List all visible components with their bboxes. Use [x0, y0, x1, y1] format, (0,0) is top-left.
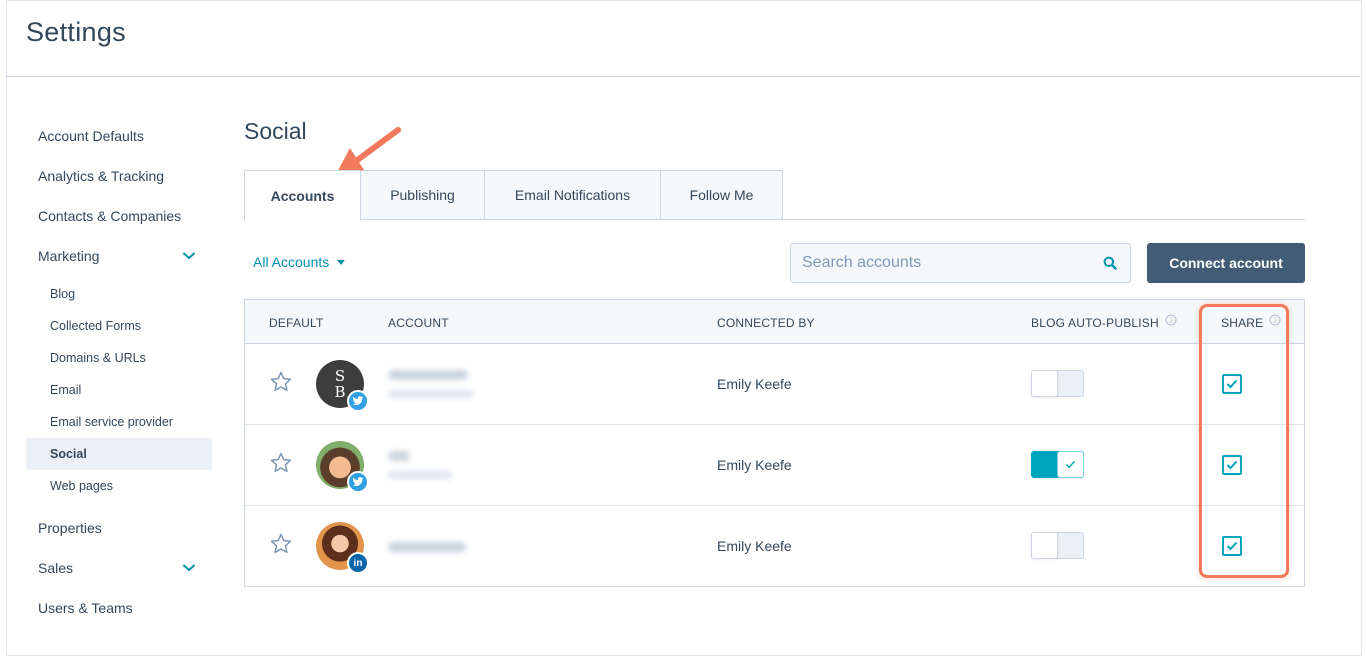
tabs-divider: [244, 219, 1305, 220]
connected-by: Emily Keefe: [717, 538, 792, 554]
chevron-down-icon[interactable]: [182, 238, 196, 274]
twitter-icon: [347, 471, 369, 493]
connect-account-button[interactable]: Connect account: [1147, 243, 1305, 283]
header-account: ACCOUNT: [388, 316, 449, 330]
sidebar-item-analytics-tracking[interactable]: Analytics & Tracking: [26, 158, 212, 198]
sidebar-item-label: Users & Teams: [38, 600, 133, 616]
check-icon: [1226, 541, 1238, 551]
sidebar-subitem-social[interactable]: Social: [26, 438, 212, 470]
caret-down-icon: [337, 259, 346, 265]
header-label: BLOG AUTO-PUBLISH: [1031, 316, 1159, 330]
sidebar-item-label: Analytics & Tracking: [38, 168, 165, 184]
sidebar-item-contacts-companies[interactable]: Contacts & Companies: [26, 198, 212, 238]
avatar-initials: S B: [334, 367, 346, 401]
search-icon[interactable]: [1090, 256, 1130, 270]
header-default: DEFAULT: [269, 316, 324, 330]
marketing-submenu: Blog Collected Forms Domains & URLs Emai…: [26, 278, 212, 502]
sidebar-item-label: Contacts & Companies: [38, 208, 182, 224]
twitter-icon: [347, 390, 369, 412]
sidebar-subitem-collected-forms[interactable]: Collected Forms: [26, 310, 212, 342]
sidebar-item-label: Marketing: [38, 248, 100, 264]
check-icon: [1065, 460, 1076, 469]
share-checkbox[interactable]: [1222, 455, 1242, 475]
header-connected-by: CONNECTED BY: [717, 316, 815, 330]
avatar: in: [316, 522, 369, 574]
blog-auto-publish-toggle[interactable]: [1031, 451, 1084, 478]
section-title: Social: [244, 118, 307, 144]
table-row: in Emily Keefe: [245, 506, 1304, 586]
connected-by: Emily Keefe: [717, 376, 792, 392]
sidebar-subitem-email-service-provider[interactable]: Email service provider: [26, 406, 212, 438]
avatar: S B: [316, 360, 369, 412]
page-title: Settings: [26, 17, 126, 47]
table-header: DEFAULT ACCOUNT CONNECTED BY BLOG AUTO-P…: [245, 300, 1304, 344]
sidebar-item-properties[interactable]: Properties: [26, 510, 212, 550]
sidebar-item-users-teams[interactable]: Users & Teams: [26, 590, 212, 630]
sidebar-item-label: Account Defaults: [38, 128, 144, 144]
info-icon[interactable]: [1165, 299, 1177, 345]
share-checkbox[interactable]: [1222, 536, 1242, 556]
sidebar-item-label: Sales: [38, 560, 74, 576]
search-input[interactable]: [791, 244, 1090, 282]
sidebar-subitem-domains-urls[interactable]: Domains & URLs: [26, 342, 212, 374]
sidebar-item-sales[interactable]: Sales: [26, 550, 212, 590]
sidebar-subitem-blog[interactable]: Blog: [26, 278, 212, 310]
chevron-down-icon[interactable]: [182, 550, 196, 586]
tab-publishing[interactable]: Publishing: [361, 170, 485, 220]
table-row: S B Emily Keefe: [245, 344, 1304, 425]
connected-by: Emily Keefe: [717, 457, 792, 473]
table-row: Emily Keefe: [245, 425, 1304, 506]
star-icon[interactable]: [269, 370, 293, 399]
accounts-table: DEFAULT ACCOUNT CONNECTED BY BLOG AUTO-P…: [244, 299, 1305, 587]
search-box: [790, 243, 1131, 283]
blurred-account-handle: [388, 471, 452, 479]
blurred-account-name: [388, 370, 468, 380]
blurred-account-handle: [388, 390, 474, 398]
tab-accounts[interactable]: Accounts: [244, 170, 361, 221]
sidebar-item-marketing[interactable]: Marketing: [26, 238, 212, 278]
header-share: SHARE: [1221, 300, 1281, 344]
toggle-knob: [1057, 451, 1084, 478]
sidebar-subitem-email[interactable]: Email: [26, 374, 212, 406]
toggle-knob: [1031, 370, 1058, 397]
linkedin-icon: in: [347, 552, 369, 574]
sidebar-item-account-defaults[interactable]: Account Defaults: [26, 118, 212, 158]
blurred-account-name: [388, 451, 410, 461]
check-icon: [1226, 460, 1238, 470]
star-icon[interactable]: [269, 532, 293, 561]
blog-auto-publish-toggle[interactable]: [1031, 532, 1084, 559]
info-icon[interactable]: [1269, 299, 1281, 345]
sidebar-subitem-web-pages[interactable]: Web pages: [26, 470, 212, 502]
settings-sidebar: Account Defaults Analytics & Tracking Co…: [26, 118, 212, 630]
all-accounts-filter[interactable]: All Accounts: [253, 252, 346, 272]
tab-follow-me[interactable]: Follow Me: [661, 170, 783, 220]
check-icon: [1226, 379, 1238, 389]
star-icon[interactable]: [269, 451, 293, 480]
tab-email-notifications[interactable]: Email Notifications: [485, 170, 661, 220]
sidebar-item-label: Properties: [38, 520, 102, 536]
blurred-account-name: [388, 542, 466, 552]
social-tabs: Accounts Publishing Email Notifications …: [244, 170, 783, 221]
title-divider: [6, 76, 1360, 77]
header-label: SHARE: [1221, 316, 1264, 330]
filter-label: All Accounts: [253, 254, 330, 270]
header-blog-auto-publish: BLOG AUTO-PUBLISH: [1031, 300, 1177, 344]
toggle-knob: [1031, 532, 1058, 559]
avatar: [316, 441, 369, 493]
share-checkbox[interactable]: [1222, 374, 1242, 394]
blog-auto-publish-toggle[interactable]: [1031, 370, 1084, 397]
